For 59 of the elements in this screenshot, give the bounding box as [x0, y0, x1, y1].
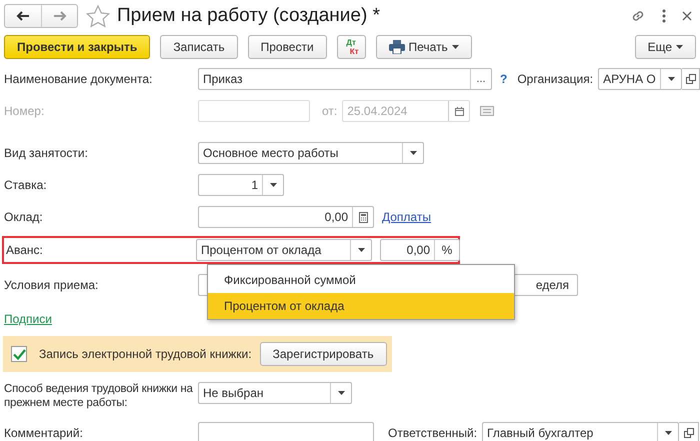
calendar-icon [454, 106, 464, 116]
field-label: Условия приема: [4, 278, 100, 292]
checkbox[interactable] [11, 346, 27, 362]
field-label: Наименование документа: [4, 72, 154, 86]
more-actions-button[interactable]: Еще [634, 35, 696, 59]
toolbar-button[interactable]: Провести [248, 35, 327, 59]
organization-field[interactable]: АРУНА О [598, 68, 682, 90]
printer-icon [388, 40, 404, 54]
field-label: Комментарий: [4, 426, 84, 440]
caret-icon [410, 151, 416, 155]
field-label: от: [322, 104, 338, 118]
dt-kt-button[interactable]: Дт Кт [336, 35, 366, 59]
star-icon[interactable] [86, 4, 110, 28]
open-button[interactable] [679, 422, 700, 441]
caret-icon [664, 431, 672, 435]
window-title: Прием на работу (создание) * [117, 5, 380, 27]
caret-icon [358, 248, 364, 252]
forward-arrow-icon [52, 11, 66, 21]
dropdown-option[interactable]: Процентом от оклада [208, 293, 514, 319]
responsible-field[interactable]: Главный бухгалтер [482, 422, 680, 441]
field-label: Ставка: [4, 178, 48, 192]
field-label: Оклад: [4, 210, 44, 224]
field-label: Вид занятости: [4, 146, 89, 160]
open-window-icon [684, 428, 694, 438]
rate-field[interactable]: 1 [198, 174, 284, 196]
caret-icon [668, 77, 675, 81]
print-button[interactable]: Печать [376, 35, 472, 59]
checkmark-icon [12, 348, 26, 360]
back-arrow-icon [16, 11, 30, 21]
comment-field[interactable] [198, 422, 374, 441]
calculator-icon [358, 212, 368, 222]
field-label: Ответственный: [388, 426, 478, 440]
field-label: Номер: [4, 104, 46, 118]
choose-button[interactable]: ... [470, 69, 491, 89]
signatures-link[interactable]: Подписи [4, 312, 52, 326]
field-label: Организация: [517, 72, 594, 86]
close-icon[interactable] [682, 11, 692, 21]
checkbox-label: Запись электронной трудовой книжки: [39, 347, 252, 361]
caret-icon [676, 45, 683, 49]
open-button[interactable] [682, 68, 700, 90]
caret-icon [452, 45, 459, 49]
salary-field[interactable]: 0,00 [198, 206, 374, 228]
more-icon[interactable] [662, 9, 666, 23]
open-window-icon [686, 74, 696, 84]
field-label: Аванс: [6, 243, 44, 257]
help-link[interactable]: ? [500, 72, 508, 86]
document-name-field[interactable]: Приказ ... [198, 68, 492, 90]
caret-icon [338, 391, 344, 395]
advance-type-field[interactable]: Процентом от оклада [196, 239, 372, 261]
field-label: Способ ведения трудовой книжки на прежнем месте работы: [4, 382, 194, 410]
caret-icon [270, 183, 276, 187]
register-button[interactable]: Зарегистрировать [260, 342, 387, 366]
previous-method-field[interactable]: Не выбран [198, 382, 352, 404]
dropdown-option[interactable]: Фиксированной суммой [208, 267, 514, 293]
allowances-link[interactable]: Доплаты [382, 210, 431, 224]
post-and-close-button[interactable]: Провести и закрыть [4, 35, 150, 59]
toolbar-button[interactable]: Записать [160, 35, 238, 59]
advance-amount-field[interactable]: 0,00 % [380, 239, 460, 261]
employment-type-field[interactable]: Основное место работы [198, 142, 424, 164]
